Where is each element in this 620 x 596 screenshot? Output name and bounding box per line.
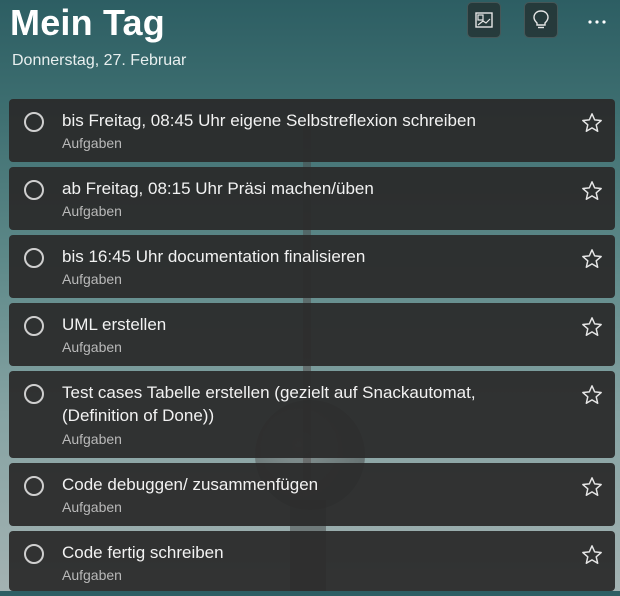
task-title: bis 16:45 Uhr documentation finalisieren [62, 247, 366, 266]
star-icon[interactable] [581, 248, 603, 270]
star-icon[interactable] [581, 544, 603, 566]
task-title: bis Freitag, 08:45 Uhr eigene Selbstrefl… [62, 111, 476, 130]
complete-checkbox[interactable] [24, 316, 44, 336]
task-title: Test cases Tabelle erstellen (gezielt au… [62, 383, 476, 425]
task-title: UML erstellen [62, 315, 167, 334]
star-icon[interactable] [581, 476, 603, 498]
task-list-name: Aufgaben [62, 135, 122, 151]
complete-checkbox[interactable] [24, 544, 44, 564]
task-item[interactable]: Test cases Tabelle erstellen (gezielt au… [9, 371, 615, 458]
task-list-name: Aufgaben [62, 203, 122, 219]
suggestions-button[interactable] [524, 2, 558, 38]
task-list-name: Aufgaben [62, 339, 122, 355]
task-title: Code debuggen/ zusammenfügen [62, 475, 319, 494]
task-item[interactable]: Code debuggen/ zusammenfügen Aufgaben [9, 463, 615, 526]
task-list-name: Aufgaben [62, 567, 122, 583]
more-options-button[interactable] [582, 10, 612, 34]
task-item[interactable]: bis 16:45 Uhr documentation finalisieren… [9, 235, 615, 298]
star-icon[interactable] [581, 316, 603, 338]
task-item[interactable]: ab Freitag, 08:15 Uhr Präsi machen/üben … [9, 167, 615, 230]
lightbulb-icon [533, 10, 549, 29]
header: Mein Tag Donnerstag, 27. Februar [0, 0, 620, 90]
change-background-button[interactable] [467, 2, 501, 38]
background-image-icon [475, 12, 493, 28]
task-list-name: Aufgaben [62, 271, 122, 287]
task-title: ab Freitag, 08:15 Uhr Präsi machen/üben [62, 179, 374, 198]
page-date: Donnerstag, 27. Februar [12, 52, 187, 69]
complete-checkbox[interactable] [24, 112, 44, 132]
page-title: Mein Tag [10, 2, 165, 43]
task-list-name: Aufgaben [62, 499, 122, 515]
task-item[interactable]: Code fertig schreiben Aufgaben [9, 531, 615, 591]
star-icon[interactable] [581, 384, 603, 406]
task-list: bis Freitag, 08:45 Uhr eigene Selbstrefl… [9, 99, 615, 596]
complete-checkbox[interactable] [24, 384, 44, 404]
task-title: Code fertig schreiben [62, 543, 224, 562]
complete-checkbox[interactable] [24, 180, 44, 200]
more-icon [588, 20, 606, 24]
star-icon[interactable] [581, 180, 603, 202]
task-list-name: Aufgaben [62, 431, 122, 447]
star-icon[interactable] [581, 112, 603, 134]
complete-checkbox[interactable] [24, 476, 44, 496]
task-item[interactable]: bis Freitag, 08:45 Uhr eigene Selbstrefl… [9, 99, 615, 162]
task-item[interactable]: UML erstellen Aufgaben [9, 303, 615, 366]
complete-checkbox[interactable] [24, 248, 44, 268]
